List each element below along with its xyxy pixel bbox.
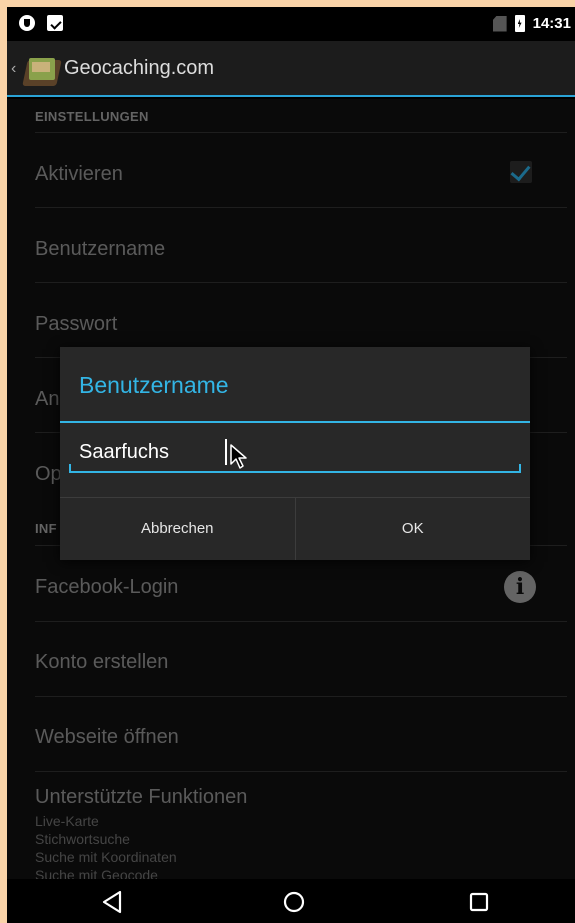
mouse-pointer-icon (230, 444, 247, 469)
no-sim-icon (492, 15, 507, 32)
clipboard-check-icon (47, 15, 63, 31)
dialog-button-row: Abbrechen OK (60, 497, 530, 560)
text-caret (225, 439, 227, 465)
status-time: 14:31 (532, 15, 571, 32)
username-dialog: Benutzername Abbrechen OK (60, 347, 530, 560)
dialog-title: Benutzername (79, 372, 229, 398)
nav-back-icon[interactable] (92, 887, 132, 917)
username-input[interactable] (69, 431, 521, 473)
status-bar: 14:31 (7, 7, 575, 41)
battery-charging-icon (514, 15, 525, 32)
nav-home-icon[interactable] (274, 887, 314, 917)
dialog-title-divider (60, 421, 530, 423)
app-title: Geocaching.com (64, 57, 215, 79)
cancel-button[interactable]: Abbrechen (60, 498, 295, 560)
shield-icon (19, 15, 35, 31)
geocaching-app-icon[interactable] (21, 54, 63, 88)
back-chevron-icon[interactable]: ‹ (11, 60, 16, 78)
device-screen: 14:31 ‹ Geocaching.com EINSTELLUNGEN Akt… (7, 7, 575, 923)
navigation-bar (7, 879, 575, 923)
ok-button[interactable]: OK (294, 498, 530, 560)
nav-recents-icon[interactable] (459, 887, 499, 917)
action-bar: ‹ Geocaching.com (7, 41, 575, 97)
